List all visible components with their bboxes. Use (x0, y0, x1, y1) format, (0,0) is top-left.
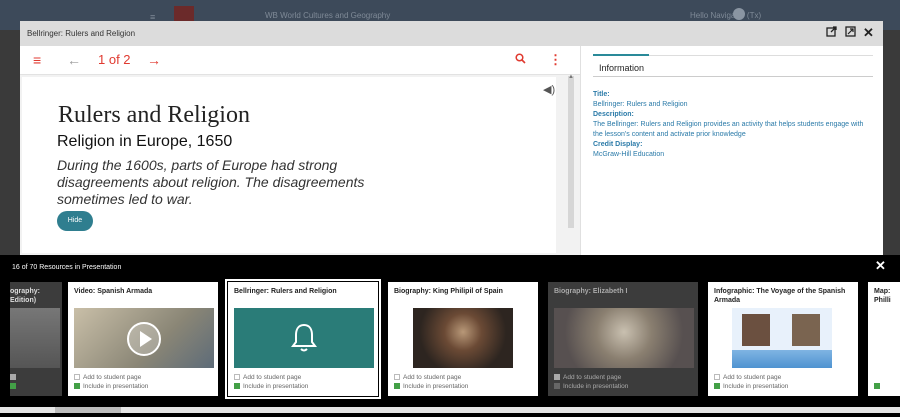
resource-card-title: Video: Spanish Armada (74, 288, 153, 295)
resource-thumbnail (413, 308, 513, 368)
more-options-icon[interactable]: ⋮ (549, 51, 562, 69)
resource-modal: Bellringer: Rulers and Religion ✕ ≡ ← 1 … (20, 21, 883, 255)
add-label: Add to student page (403, 374, 462, 381)
add-label: Add to student page (243, 374, 302, 381)
resource-card-title: Biography: King Philipil of Spain (394, 288, 503, 295)
add-to-student-page[interactable]: Add to student page (554, 374, 621, 382)
strip-scrollbar[interactable] (0, 407, 900, 413)
add-to-student-page[interactable]: Add to student page (394, 374, 461, 382)
resource-card-title: Bellringer: Rulers and Religion (234, 288, 337, 295)
checkbox[interactable] (234, 374, 240, 380)
bell-icon (291, 323, 317, 352)
modal-header: Bellringer: Rulers and Religion ✕ (20, 21, 883, 46)
checkbox[interactable] (10, 374, 16, 380)
include-in-presentation[interactable]: Include in presentation (714, 383, 788, 391)
slide-body: During the 1600s, parts of Europe had st… (57, 157, 365, 207)
resource-card-title: ography: Edition) (10, 288, 40, 304)
information-tab[interactable]: Information (593, 54, 873, 77)
menu-icon[interactable]: ≡ (33, 51, 41, 69)
resource-card[interactable]: Video: Spanish Armada Add to student pag… (68, 282, 218, 396)
speaker-icon[interactable]: ◀) (543, 83, 555, 96)
resource-card-title: Map: Philli (874, 288, 891, 304)
resource-card[interactable]: Biography: King Philipil of Spain Add to… (388, 282, 538, 396)
infographic-portrait (792, 314, 820, 346)
search-icon[interactable] (515, 51, 526, 69)
info-description-key: Description: (593, 111, 634, 118)
checkbox[interactable] (74, 383, 80, 389)
checkbox[interactable] (714, 374, 720, 380)
tab-accent (593, 54, 649, 56)
resource-count: 16 of 70 Resources in Presentation (12, 264, 122, 271)
add-to-student-page[interactable]: Add to student page (234, 374, 301, 382)
viewer-toolbar: ≡ ← 1 of 2 → ⋮ (20, 46, 580, 75)
include-in-presentation[interactable]: Include in presentation (234, 383, 308, 391)
resource-card[interactable]: Infographic: The Voyage of the Spanish A… (708, 282, 858, 396)
add-to-student-page[interactable] (10, 374, 19, 382)
resource-thumbnail (234, 308, 374, 368)
info-title-key: Title: (593, 91, 610, 98)
resource-strip: 16 of 70 Resources in Presentation ✕ ogr… (0, 255, 900, 417)
add-label: Add to student page (723, 374, 782, 381)
previous-page-icon[interactable]: ← (67, 51, 81, 69)
include-in-presentation[interactable]: Include in presentation (394, 383, 468, 391)
resource-thumbnail (10, 308, 60, 368)
modal-title: Bellringer: Rulers and Religion (27, 29, 136, 38)
checkbox[interactable] (554, 374, 560, 380)
play-icon[interactable] (126, 321, 162, 357)
information-body: Title: Bellringer: Rulers and Religion D… (593, 90, 873, 160)
checkbox[interactable] (714, 383, 720, 389)
background-avatar (733, 8, 745, 20)
add-to-student-page[interactable]: Add to student page (714, 374, 781, 382)
resource-card-selected[interactable]: Bellringer: Rulers and Religion Add to s… (225, 279, 381, 399)
include-label: Include in presentation (563, 383, 629, 390)
resource-card-title: Biography: Elizabeth I (554, 288, 628, 295)
hide-button[interactable]: Hide (57, 211, 93, 231)
strip-close-icon[interactable]: ✕ (875, 258, 886, 274)
page-indicator: 1 of 2 (98, 52, 131, 67)
resource-card[interactable]: Biography: Elizabeth I Add to student pa… (548, 282, 698, 396)
background-app-title: WB World Cultures and Geography (265, 11, 391, 20)
resource-thumbnail (732, 308, 832, 368)
include-in-presentation[interactable]: Include in presentation (554, 383, 628, 391)
include-in-presentation[interactable] (10, 383, 19, 391)
next-page-icon[interactable]: → (147, 51, 161, 69)
slide-subheading: Religion in Europe, 1650 (57, 133, 233, 150)
expand-icon[interactable] (845, 25, 856, 41)
information-pane: Information Title: Bellringer: Rulers an… (580, 46, 883, 255)
resource-card-title: Infographic: The Voyage of the Spanish A… (714, 288, 846, 304)
checkbox[interactable] (874, 383, 880, 389)
include-label: Include in presentation (83, 383, 149, 390)
checkbox[interactable] (10, 383, 16, 389)
info-credit-value: McGraw-Hill Education (593, 151, 665, 158)
checkbox[interactable] (234, 383, 240, 389)
infographic-portrait (742, 314, 770, 346)
info-title-value: Bellringer: Rulers and Religion (593, 101, 688, 108)
include-label: Include in presentation (403, 383, 469, 390)
strip-scrollbar-thumb[interactable] (55, 407, 121, 413)
slide-heading: Rulers and Religion (58, 102, 250, 128)
background-user-name: Hello Navigator (Tx) (690, 11, 762, 20)
checkbox[interactable] (554, 383, 560, 389)
resource-thumbnail (74, 308, 214, 368)
external-link-icon[interactable] (826, 25, 837, 41)
include-in-presentation[interactable]: Include in presentation (74, 383, 148, 391)
info-credit-key: Credit Display: (593, 141, 643, 148)
viewer-scrollbar[interactable]: ▲ (568, 74, 574, 228)
checkbox[interactable] (394, 374, 400, 380)
information-tab-label: Information (599, 63, 645, 73)
close-icon[interactable]: ✕ (863, 25, 874, 41)
add-label: Add to student page (563, 374, 622, 381)
info-description-value: The Bellringer: Rulers and Religion prov… (593, 121, 864, 138)
checkbox[interactable] (394, 383, 400, 389)
resource-thumbnail (554, 308, 694, 368)
include-label: Include in presentation (243, 383, 309, 390)
tab-divider (593, 76, 873, 77)
add-label: Add to student page (83, 374, 142, 381)
resource-card[interactable]: Map: Philli (868, 282, 900, 396)
add-to-student-page[interactable]: Add to student page (74, 374, 141, 382)
include-label: Include in presentation (723, 383, 789, 390)
include-in-presentation[interactable] (874, 383, 883, 391)
resource-card[interactable]: ography: Edition) (10, 282, 62, 396)
checkbox[interactable] (74, 374, 80, 380)
